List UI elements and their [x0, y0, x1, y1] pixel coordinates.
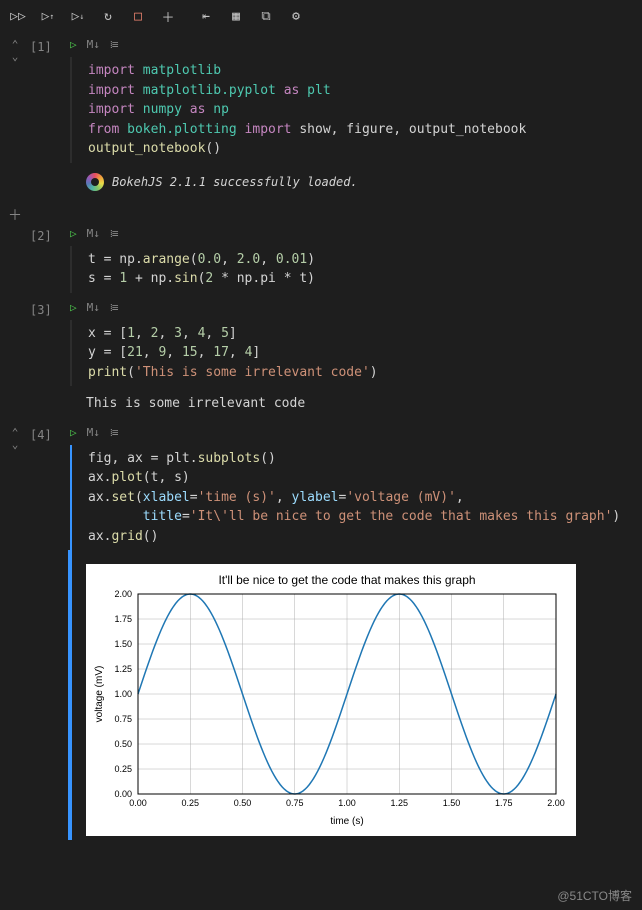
cell-toolbar: ▷ M↓ ⁞≡ [70, 225, 632, 246]
x-tick-label: 1.75 [495, 798, 513, 808]
cell-toolbar: ▷ M↓ ⁞≡ [70, 424, 632, 445]
bokeh-logo-icon [86, 173, 104, 191]
cell-type-label[interactable]: M↓ [87, 301, 100, 314]
x-axis-label: time (s) [330, 816, 363, 827]
stop-icon[interactable]: □ [130, 8, 146, 24]
cell-toolbar: ▷ M↓ ⁞≡ [70, 36, 632, 57]
notebook-cell[interactable]: ⌃⌄[4]▷ M↓ ⁞≡fig, ax = plt.subplots() ax.… [0, 424, 642, 841]
code-editor[interactable]: import matplotlib import matplotlib.pypl… [70, 57, 632, 163]
cell-gutter [0, 299, 30, 418]
chart-output: It'll be nice to get the code that makes… [68, 550, 632, 840]
chart-title: It'll be nice to get the code that makes… [218, 573, 475, 587]
cell-menu-icon[interactable]: ⁞≡ [110, 301, 118, 314]
code-editor[interactable]: x = [1, 2, 3, 4, 5] y = [21, 9, 15, 17, … [70, 320, 632, 387]
cell-menu-icon[interactable]: ⁞≡ [110, 227, 118, 240]
x-tick-label: 0.75 [286, 798, 304, 808]
add-cell-below-icon[interactable]: ＋ [8, 205, 22, 225]
bokeh-status-text: BokehJS 2.1.1 successfully loaded. [112, 175, 358, 189]
run-cell-icon[interactable]: ▷ [70, 301, 77, 314]
text-output: This is some irrelevant code [70, 386, 632, 418]
cell-main: ▷ M↓ ⁞≡import matplotlib import matplotl… [70, 36, 642, 195]
cell-main: ▷ M↓ ⁞≡x = [1, 2, 3, 4, 5] y = [21, 9, 1… [70, 299, 642, 418]
cell-menu-icon[interactable]: ⁞≡ [110, 426, 118, 439]
x-tick-label: 0.00 [129, 798, 147, 808]
watermark: @51CTO博客 [557, 887, 632, 904]
x-tick-label: 0.50 [234, 798, 252, 808]
run-cell-icon[interactable]: ▷ [70, 227, 77, 240]
cell-type-label[interactable]: M↓ [87, 426, 100, 439]
cell-main: ▷ M↓ ⁞≡fig, ax = plt.subplots() ax.plot(… [70, 424, 642, 841]
y-tick-label: 0.50 [114, 739, 132, 749]
copy-icon[interactable]: ⧉ [258, 8, 274, 24]
y-tick-label: 1.00 [114, 689, 132, 699]
notebook-cell[interactable]: [2]▷ M↓ ⁞≡t = np.arange(0.0, 2.0, 0.01) … [0, 225, 642, 293]
cell-menu-icon[interactable]: ⁞≡ [110, 38, 118, 51]
restart-icon[interactable]: ↻ [100, 8, 116, 24]
y-tick-label: 2.00 [114, 589, 132, 599]
cell-type-label[interactable]: M↓ [87, 38, 100, 51]
y-tick-label: 1.75 [114, 614, 132, 624]
run-cell-icon[interactable]: ▷ [70, 426, 77, 439]
chevron-up-icon[interactable]: ⌃ [12, 40, 19, 50]
cell-toolbar: ▷ M↓ ⁞≡ [70, 299, 632, 320]
bokeh-output: BokehJS 2.1.1 successfully loaded. [70, 163, 632, 195]
run-below-icon[interactable]: ▷↓ [70, 8, 86, 24]
code-editor[interactable]: fig, ax = plt.subplots() ax.plot(t, s) a… [70, 445, 632, 551]
x-tick-label: 1.00 [338, 798, 356, 808]
add-cell-icon[interactable]: ＋ [160, 8, 176, 24]
x-tick-label: 2.00 [547, 798, 565, 808]
y-tick-label: 0.75 [114, 714, 132, 724]
cell-type-label[interactable]: M↓ [87, 227, 100, 240]
execution-count: [2] [30, 225, 70, 293]
y-tick-label: 1.25 [114, 664, 132, 674]
outdent-icon[interactable]: ⇤ [198, 8, 214, 24]
x-tick-label: 1.50 [443, 798, 461, 808]
cell-gutter: ⌃⌄ [0, 36, 30, 195]
cells-container: ⌃⌄[1]▷ M↓ ⁞≡import matplotlib import mat… [0, 32, 642, 840]
notebook-cell[interactable]: ⌃⌄[1]▷ M↓ ⁞≡import matplotlib import mat… [0, 36, 642, 195]
notebook-toolbar: ▷▷ ▷↑ ▷↓ ↻ □ ＋ ⇤ ▦ ⧉ ⚙ [0, 0, 642, 32]
cell-gutter [0, 225, 30, 293]
chevron-up-icon[interactable]: ⌃ [12, 428, 19, 438]
execution-count: [1] [30, 36, 70, 195]
settings-icon[interactable]: ⚙ [288, 8, 304, 24]
execution-count: [4] [30, 424, 70, 841]
y-tick-label: 0.00 [114, 789, 132, 799]
run-all-icon[interactable]: ▷▷ [10, 8, 26, 24]
chevron-down-icon[interactable]: ⌄ [12, 440, 19, 450]
code-editor[interactable]: t = np.arange(0.0, 2.0, 0.01) s = 1 + np… [70, 246, 632, 293]
grid-icon[interactable]: ▦ [228, 8, 244, 24]
matplotlib-chart: It'll be nice to get the code that makes… [86, 564, 576, 836]
cell-gutter: ⌃⌄ [0, 424, 30, 841]
notebook-cell[interactable]: [3]▷ M↓ ⁞≡x = [1, 2, 3, 4, 5] y = [21, 9… [0, 299, 642, 418]
chevron-down-icon[interactable]: ⌄ [12, 52, 19, 62]
x-tick-label: 0.25 [181, 798, 199, 808]
execution-count: [3] [30, 299, 70, 418]
x-tick-label: 1.25 [390, 798, 408, 808]
y-axis-label: voltage (mV) [94, 666, 105, 723]
y-tick-label: 0.25 [114, 764, 132, 774]
cell-main: ▷ M↓ ⁞≡t = np.arange(0.0, 2.0, 0.01) s =… [70, 225, 642, 293]
y-tick-label: 1.50 [114, 639, 132, 649]
run-cell-icon[interactable]: ▷ [70, 38, 77, 51]
run-above-icon[interactable]: ▷↑ [40, 8, 56, 24]
